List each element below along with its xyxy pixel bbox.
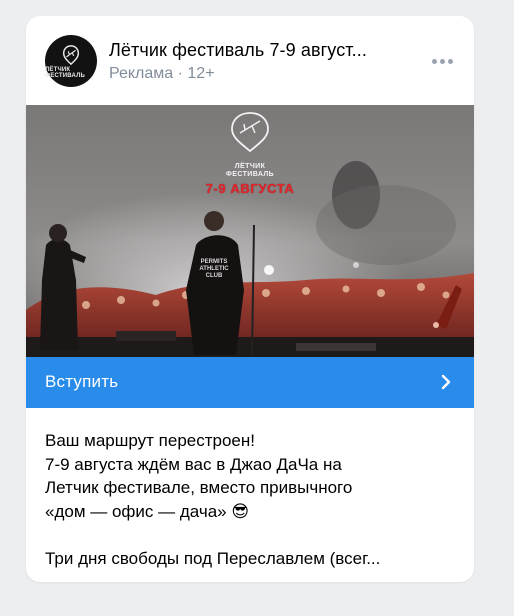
concert-photo: PERMITS ATHLETIC CLUB [26, 105, 474, 357]
avatar-label: ЛЁТЧИК ФЕСТИВАЛЬ [45, 66, 86, 79]
post-text-gap [45, 523, 455, 547]
banner-dates: 7-9 АВГУСТА [205, 181, 295, 196]
post-header: ЛЁТЧИК ФЕСТИВАЛЬ Лётчик фестиваль 7-9 ав… [26, 16, 474, 105]
post-text-line: Ваш маршрут перестроен! [45, 431, 255, 450]
banner-logo-text: ЛЁТЧИК ФЕСТИВАЛЬ [225, 163, 275, 178]
pilot-logo-icon [62, 44, 80, 65]
more-dots-icon[interactable] [428, 51, 456, 71]
post-text: Ваш маршрут перестроен! 7-9 августа ждём… [45, 429, 455, 570]
svg-text:CLUB: CLUB [206, 273, 223, 279]
svg-text:PERMITS: PERMITS [201, 259, 228, 265]
join-button[interactable]: Вступить [26, 357, 474, 408]
post-subtitle: Реклама · 12+ [109, 65, 215, 82]
post-title[interactable]: Лётчик фестиваль 7-9 август... [109, 40, 409, 61]
post-text-line[interactable]: Три дня свободы под Переславлем (всег... [45, 547, 455, 571]
banner-image[interactable]: PERMITS ATHLETIC CLUB ЛЁТЧИК ФЕСТИВАЛЬ 7… [26, 105, 474, 357]
post-text-line: «дом — офис — дача» 😎 [45, 501, 250, 521]
chevron-right-icon [441, 374, 451, 390]
post-text-line: Летчик фестивале, вместо привычного [45, 478, 353, 497]
ad-post-card: ЛЁТЧИК ФЕСТИВАЛЬ Лётчик фестиваль 7-9 ав… [26, 16, 474, 582]
join-button-label: Вступить [45, 372, 119, 391]
svg-text:ATHLETIC: ATHLETIC [199, 266, 229, 272]
post-text-line: 7-9 августа ждём вас в Джао ДаЧа на [45, 454, 342, 474]
avatar[interactable]: ЛЁТЧИК ФЕСТИВАЛЬ [45, 35, 97, 87]
